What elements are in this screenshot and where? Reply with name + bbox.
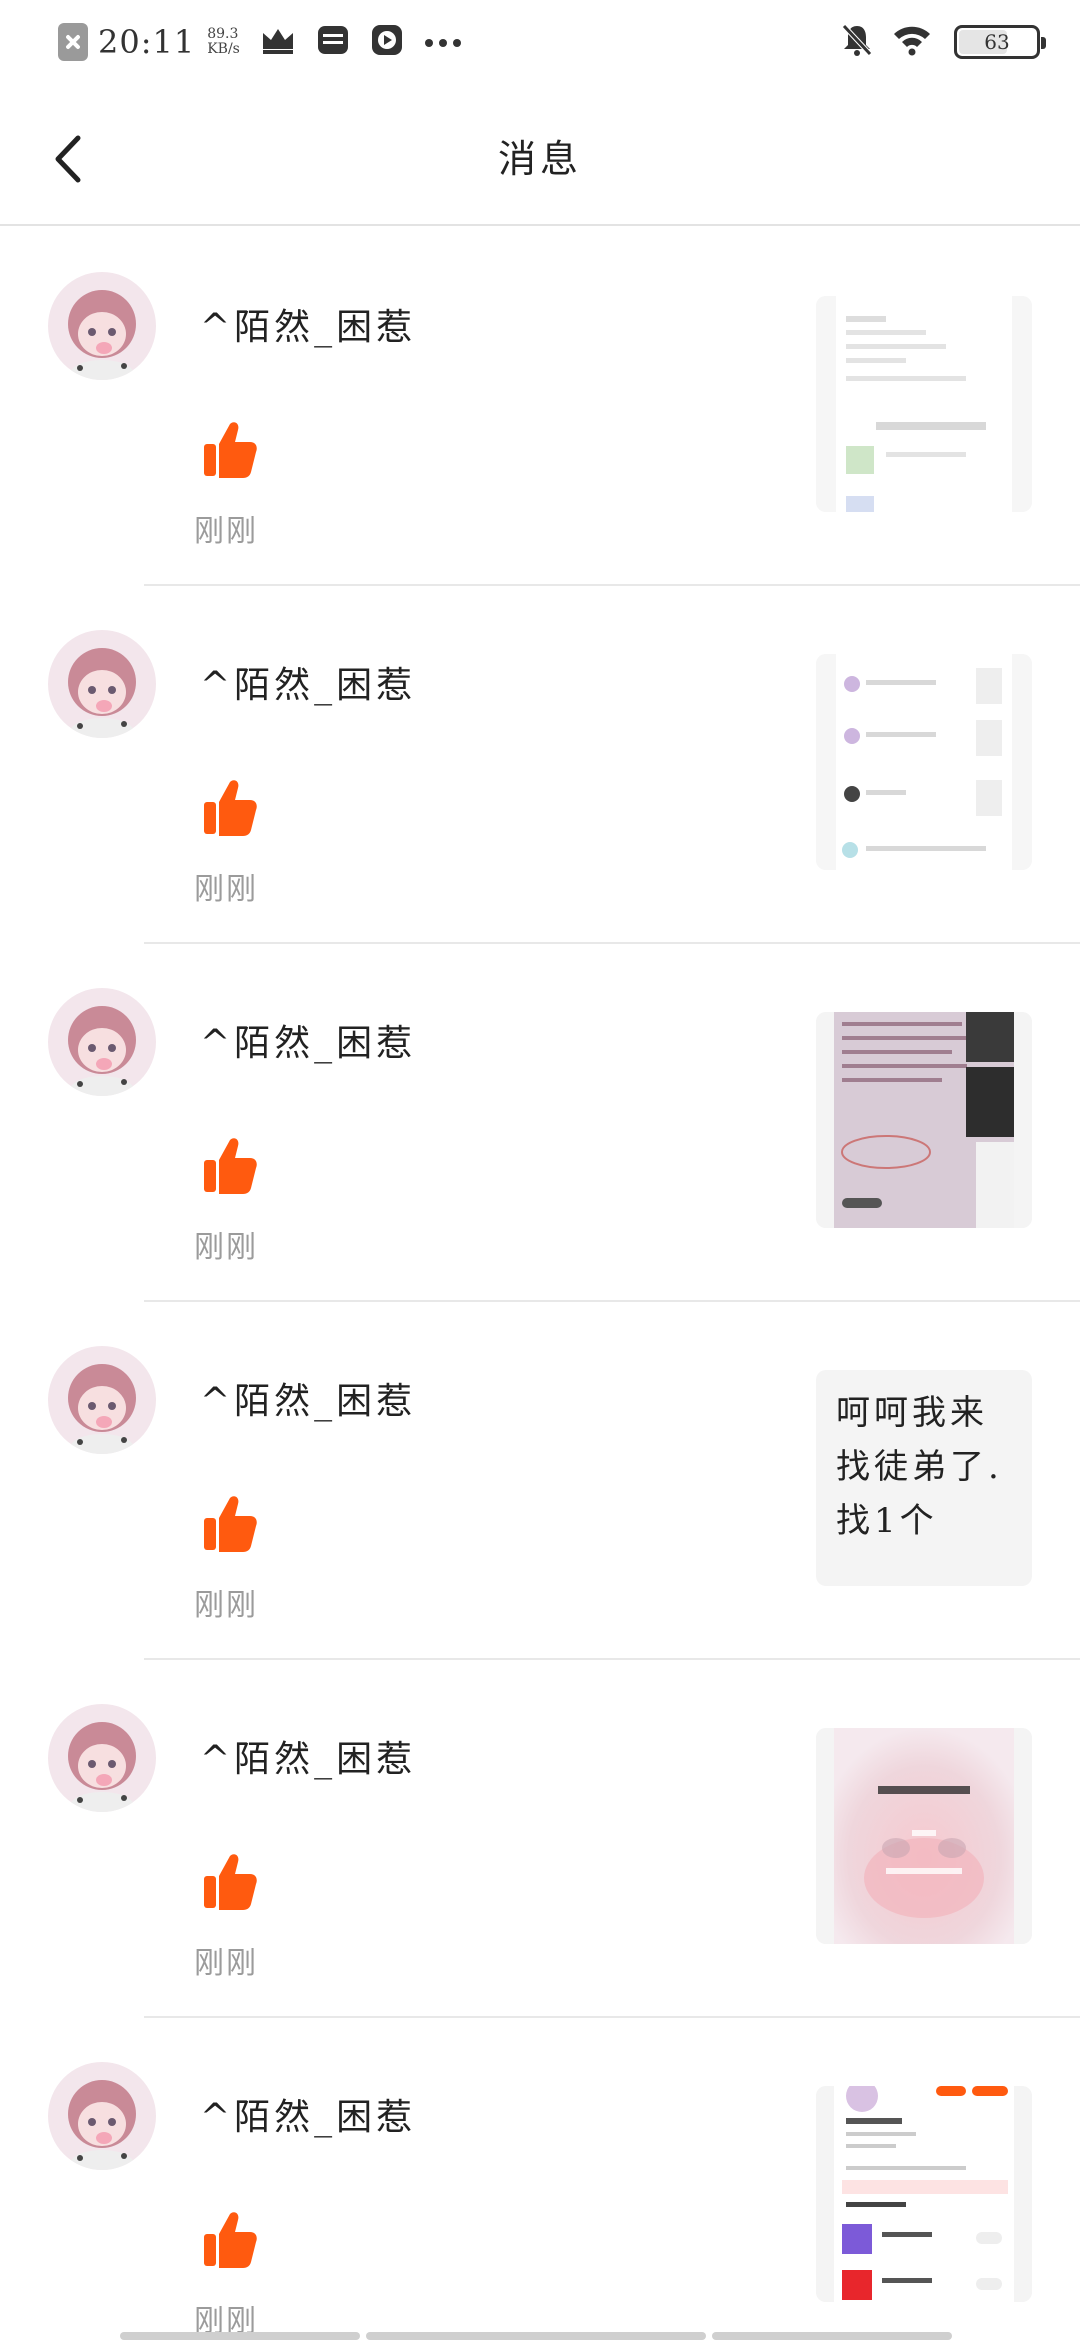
message-item[interactable]: ^陌然_困惹 刚刚 bbox=[0, 586, 1080, 944]
battery-level: 63 bbox=[984, 30, 1010, 54]
timestamp: 刚刚 bbox=[194, 514, 258, 549]
avatar[interactable] bbox=[48, 988, 156, 1096]
message-item[interactable]: ^陌然_困惹 刚刚 bbox=[0, 944, 1080, 1302]
timestamp: 刚刚 bbox=[194, 1588, 258, 1623]
more-dots-icon bbox=[424, 33, 462, 52]
thumbs-up-icon bbox=[204, 1854, 257, 1910]
avatar[interactable] bbox=[48, 1346, 156, 1454]
username[interactable]: ^陌然_困惹 bbox=[200, 1372, 416, 1424]
avatar[interactable] bbox=[48, 630, 156, 738]
wifi-icon bbox=[892, 24, 932, 60]
username[interactable]: ^陌然_困惹 bbox=[200, 1014, 416, 1066]
indicator-segment bbox=[366, 2332, 706, 2340]
thumbs-up-icon bbox=[204, 1138, 257, 1194]
username[interactable]: ^陌然_困惹 bbox=[200, 1730, 416, 1782]
post-thumbnail[interactable] bbox=[816, 1012, 1032, 1228]
post-thumbnail[interactable] bbox=[816, 1728, 1032, 1944]
status-left: 20:11 89.3 KB/s bbox=[58, 18, 462, 66]
post-thumbnail[interactable] bbox=[816, 296, 1032, 512]
username[interactable]: ^陌然_困惹 bbox=[200, 656, 416, 708]
message-item[interactable]: ^陌然_困惹 刚刚 bbox=[0, 228, 1080, 586]
header-bar: 消息 bbox=[0, 84, 1080, 226]
avatar[interactable] bbox=[48, 2062, 156, 2170]
mute-bell-icon bbox=[840, 22, 874, 62]
message-list[interactable]: ^陌然_困惹 刚刚 ^陌然_困惹 刚刚 ^陌然_困惹 刚刚 ^陌然_困惹 刚刚 … bbox=[0, 228, 1080, 2340]
username[interactable]: ^陌然_困惹 bbox=[200, 2088, 416, 2140]
battery-icon: 63 bbox=[954, 25, 1046, 59]
thumbs-up-icon bbox=[204, 780, 257, 836]
message-item[interactable]: ^陌然_困惹 刚刚 呵呵我来找徒弟了.找1个 bbox=[0, 1302, 1080, 1660]
timestamp: 刚刚 bbox=[194, 872, 258, 907]
timestamp: 刚刚 bbox=[194, 1946, 258, 1981]
bottom-scroll-indicator bbox=[120, 2332, 960, 2340]
avatar[interactable] bbox=[48, 1704, 156, 1812]
post-thumbnail[interactable] bbox=[816, 2086, 1032, 2302]
close-app-icon bbox=[58, 23, 88, 61]
thumbs-up-icon bbox=[204, 422, 257, 478]
thumbs-up-icon bbox=[204, 1496, 257, 1552]
indicator-segment bbox=[712, 2332, 952, 2340]
status-right: 63 bbox=[840, 22, 1046, 62]
post-text-preview[interactable]: 呵呵我来找徒弟了.找1个 bbox=[836, 1386, 1016, 1548]
message-item[interactable]: ^陌然_困惹 刚刚 bbox=[0, 1660, 1080, 2018]
timestamp: 刚刚 bbox=[194, 1230, 258, 1265]
post-thumbnail[interactable] bbox=[816, 654, 1032, 870]
status-bar: 20:11 89.3 KB/s 63 bbox=[0, 0, 1080, 84]
status-time: 20:11 bbox=[98, 23, 196, 61]
message-item[interactable]: ^陌然_困惹 刚刚 bbox=[0, 2018, 1080, 2340]
network-speed: 89.3 KB/s bbox=[207, 27, 240, 57]
wallet-icon bbox=[316, 23, 350, 61]
play-icon bbox=[370, 23, 404, 61]
thumbs-up-icon bbox=[204, 2212, 257, 2268]
username[interactable]: ^陌然_困惹 bbox=[200, 298, 416, 350]
avatar[interactable] bbox=[48, 272, 156, 380]
page-title: 消息 bbox=[497, 137, 582, 181]
crown-icon bbox=[260, 25, 296, 59]
indicator-segment bbox=[120, 2332, 360, 2340]
network-speed-unit: KB/s bbox=[207, 41, 240, 57]
network-speed-value: 89.3 bbox=[207, 26, 239, 42]
